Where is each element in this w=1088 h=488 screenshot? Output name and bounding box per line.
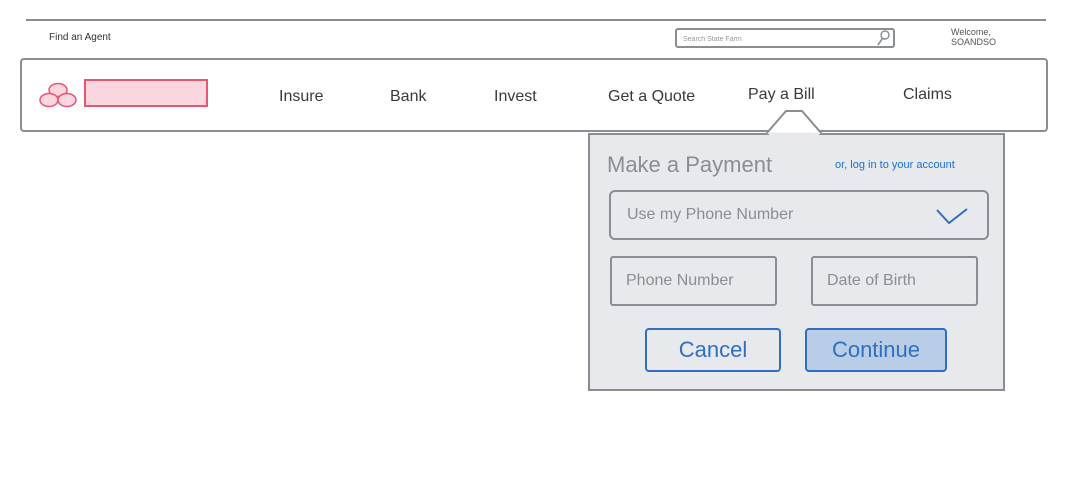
brand-logo-placeholder[interactable]: [84, 79, 208, 107]
main-navbar: Insure Bank Invest Get a Quote Pay a Bil…: [20, 58, 1048, 132]
welcome-username[interactable]: SOANDSO: [951, 37, 996, 47]
welcome-greeting: Welcome,: [951, 27, 991, 37]
cancel-button[interactable]: Cancel: [645, 328, 781, 372]
page: Find an Agent Welcome, SOANDSO Insure Ba…: [0, 0, 1088, 488]
nav-item-insure[interactable]: Insure: [279, 88, 323, 106]
dropdown-caret: [766, 110, 822, 135]
search-icon[interactable]: [875, 30, 891, 46]
chevron-down-icon[interactable]: [935, 206, 969, 226]
nav-item-pay-a-bill[interactable]: Pay a Bill: [748, 86, 815, 104]
search-box[interactable]: [675, 28, 895, 48]
date-of-birth-field[interactable]: [811, 256, 978, 306]
welcome-text: Welcome, SOANDSO: [951, 27, 996, 47]
nav-item-claims[interactable]: Claims: [903, 86, 952, 104]
date-of-birth-input[interactable]: [827, 272, 967, 290]
payment-title: Make a Payment: [607, 152, 773, 177]
phone-number-input[interactable]: [626, 272, 766, 290]
nav-item-invest[interactable]: Invest: [494, 88, 537, 106]
continue-button[interactable]: Continue: [805, 328, 947, 372]
nav-item-bank[interactable]: Bank: [390, 88, 426, 106]
search-input[interactable]: [683, 32, 873, 46]
top-divider: [26, 19, 1046, 21]
logo-icon[interactable]: [38, 80, 86, 114]
payment-method-select[interactable]: Use my Phone Number: [609, 190, 989, 240]
find-agent-link[interactable]: Find an Agent: [49, 32, 111, 43]
payment-dropdown: Make a Payment or, log in to your accoun…: [588, 133, 1005, 391]
login-link[interactable]: or, log in to your account: [835, 159, 955, 171]
payment-method-value: Use my Phone Number: [627, 206, 794, 223]
phone-number-field[interactable]: [610, 256, 777, 306]
nav-item-get-a-quote[interactable]: Get a Quote: [608, 88, 695, 106]
